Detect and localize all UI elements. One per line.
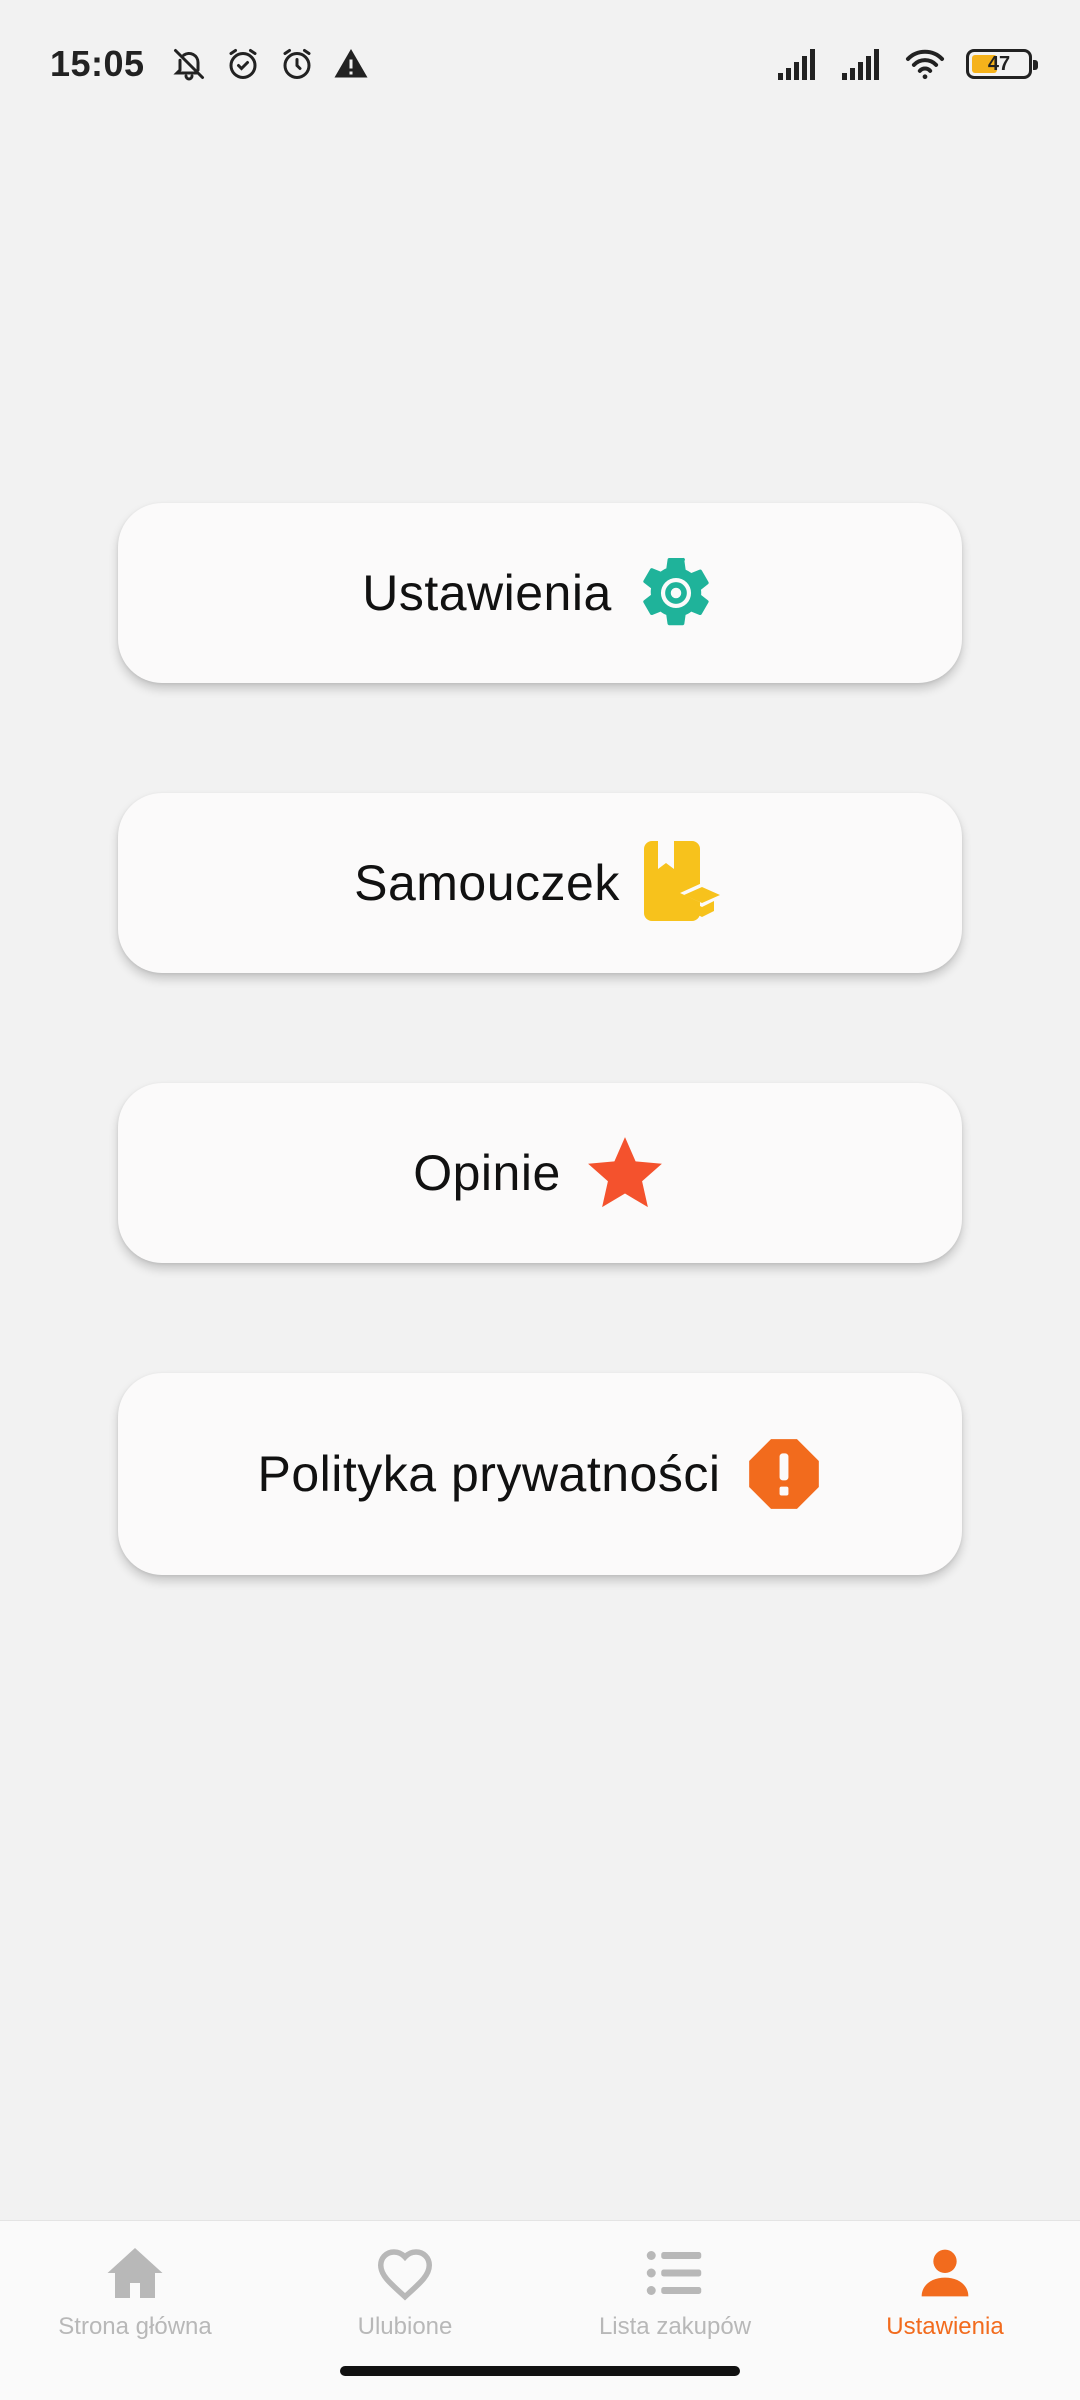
status-bar: 15:05 47 — [0, 0, 1080, 128]
menu-item-tutorial[interactable]: Samouczek — [118, 793, 962, 973]
nav-item-label: Ulubione — [357, 2313, 453, 2340]
heart-icon — [375, 2243, 435, 2303]
home-indicator[interactable] — [340, 2366, 740, 2376]
nav-item-label: Ustawienia — [886, 2313, 1004, 2340]
menu-item-privacy-policy[interactable]: Polityka prywatności — [118, 1373, 962, 1575]
alarm-icon — [279, 45, 315, 83]
nav-item-label: Lista zakupów — [598, 2313, 752, 2340]
menu-item-label: Samouczek — [354, 855, 620, 911]
status-right: 47 — [776, 47, 1038, 81]
wifi-icon — [904, 47, 946, 81]
status-left: 15:05 — [50, 43, 369, 85]
alarm-icon — [225, 45, 261, 83]
nav-item-settings[interactable]: Ustawienia — [810, 2221, 1080, 2400]
bell-off-icon — [171, 45, 207, 83]
battery-level: 47 — [987, 52, 1011, 75]
menu-item-settings[interactable]: Ustawienia — [118, 503, 962, 683]
menu-item-label: Opinie — [413, 1145, 561, 1201]
signal-icon — [840, 47, 884, 81]
person-icon — [917, 2243, 973, 2303]
gear-icon — [634, 551, 718, 635]
warning-icon — [333, 46, 369, 82]
battery-icon: 47 — [966, 49, 1038, 79]
nav-item-home[interactable]: Strona główna — [0, 2221, 270, 2400]
menu-item-label: Ustawienia — [362, 565, 612, 621]
status-time: 15:05 — [50, 43, 145, 84]
menu-item-reviews[interactable]: Opinie — [118, 1083, 962, 1263]
alert-octagon-icon — [746, 1436, 822, 1512]
tutorial-book-icon — [642, 839, 726, 927]
menu-item-label: Polityka prywatności — [257, 1446, 721, 1502]
home-icon — [105, 2243, 165, 2303]
star-icon — [583, 1132, 667, 1214]
nav-item-label: Strona główna — [58, 2313, 212, 2340]
list-icon — [645, 2243, 705, 2303]
signal-icon — [776, 47, 820, 81]
app-screen: 15:05 47 Ustawienia Samouczek Opinie Pol… — [0, 0, 1080, 2400]
